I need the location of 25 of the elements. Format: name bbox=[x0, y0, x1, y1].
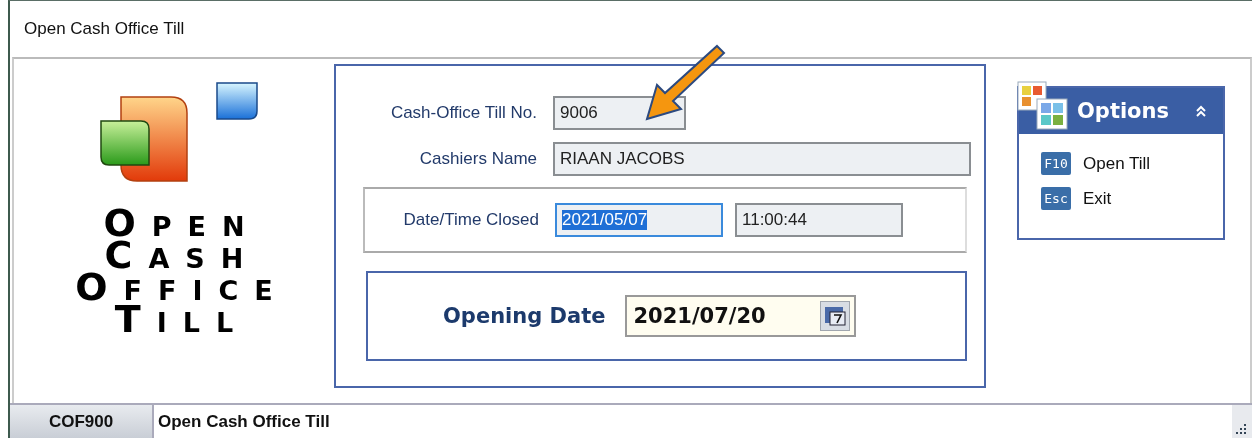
status-code: COF900 bbox=[10, 405, 154, 438]
status-text: Open Cash Office Till bbox=[154, 405, 1232, 438]
field-label: Date/Time Closed bbox=[402, 210, 539, 230]
time-closed-field[interactable]: 11:00:44 bbox=[735, 203, 903, 237]
date-closed-field[interactable]: 2021/05/07 bbox=[555, 203, 723, 237]
opening-date-label: Opening Date bbox=[443, 304, 606, 328]
opening-date-field[interactable]: 2021/07/20 bbox=[625, 295, 857, 337]
field-label: Cash-Office Till No. bbox=[389, 103, 537, 123]
logo-text: Open bbox=[103, 207, 261, 239]
cashier-name-field[interactable]: RIAAN JACOBS bbox=[553, 142, 971, 176]
resize-grip-icon[interactable] bbox=[1236, 424, 1246, 434]
option-link[interactable]: Exit bbox=[1083, 188, 1112, 209]
options-title: Options bbox=[1077, 99, 1169, 123]
calendar-icon[interactable] bbox=[820, 301, 851, 331]
option-link[interactable]: Open Till bbox=[1083, 153, 1151, 174]
key-icon: Esc bbox=[1041, 187, 1071, 210]
logo-text: Cash bbox=[104, 239, 260, 271]
date-value: 2021/05/07 bbox=[562, 210, 648, 230]
key-icon: F10 bbox=[1041, 152, 1071, 175]
logo-text: Till bbox=[114, 303, 250, 335]
tiles-icon bbox=[1017, 81, 1069, 131]
logo-text: Office bbox=[75, 271, 289, 303]
window-title: Open Cash Office Till bbox=[24, 19, 185, 39]
collapse-icon[interactable] bbox=[1195, 105, 1207, 117]
field-label: Cashiers Name bbox=[418, 149, 537, 169]
